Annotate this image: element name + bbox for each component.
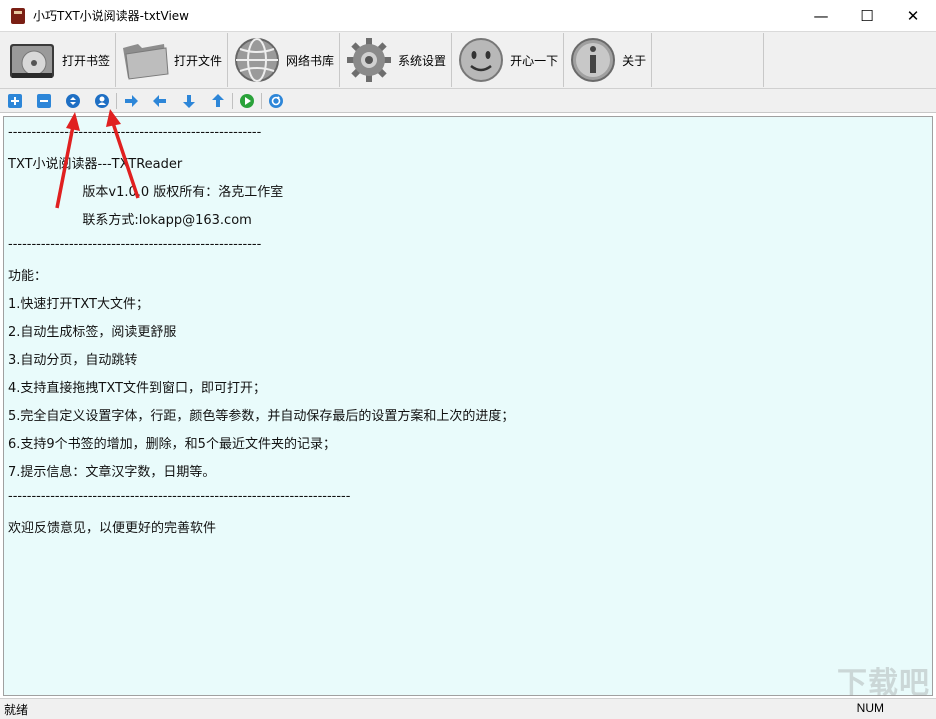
text-line: 3.自动分页，自动跳转	[8, 353, 138, 368]
down-icon[interactable]	[179, 91, 199, 111]
text-line: 7.提示信息：文章汉字数，日期等。	[8, 465, 216, 480]
text-line: ----------------------------------------…	[8, 237, 262, 252]
text-line: 5.完全自定义设置字体，行距，颜色等参数，并自动保存最后的设置方案和上次的进度；	[8, 409, 515, 424]
toolbar-label: 关于	[622, 53, 647, 68]
main-toolbar: 打开书签 打开文件 网络书库 系统设置 开心一下 关于	[0, 31, 936, 89]
app-book-icon	[11, 7, 25, 24]
close-button[interactable]: ✕	[890, 0, 936, 31]
toolbar-spacer	[652, 33, 765, 87]
text-content-area[interactable]: ----------------------------------------…	[3, 116, 933, 696]
text-line: 6.支持9个书签的增加，删除，和5个最近文件夹的记录；	[8, 437, 336, 452]
toolbar-label: 打开书签	[62, 53, 111, 68]
about-button[interactable]: 关于	[564, 33, 653, 87]
globe-icon	[232, 36, 282, 84]
text-line: 联系方式:lokapp@163.com	[8, 213, 252, 228]
status-bar: 就绪 NUM	[0, 698, 936, 719]
minimize-icon: —	[813, 6, 829, 25]
refresh-icon[interactable]	[266, 91, 286, 111]
toolbar-label: 系统设置	[398, 53, 447, 68]
folder-icon	[120, 36, 170, 84]
online-library-button[interactable]: 网络书库	[228, 33, 341, 87]
watermark-logo: 下载吧	[837, 666, 930, 701]
text-line: 4.支持直接拖拽TXT文件到窗口，即可打开；	[8, 381, 266, 396]
gear-icon	[344, 36, 394, 84]
maximize-button[interactable]: ☐	[844, 0, 890, 31]
minimize-button[interactable]: —	[798, 0, 844, 31]
bookmark-disc-icon	[8, 36, 58, 84]
zoom-in-icon[interactable]	[5, 91, 25, 111]
open-bookmark-button[interactable]: 打开书签	[4, 33, 117, 87]
system-settings-button[interactable]: 系统设置	[340, 33, 453, 87]
person-icon[interactable]	[92, 91, 112, 111]
text-line: 欢迎反馈意见，以便更好的完善软件	[8, 521, 217, 536]
icon-toolbar	[0, 89, 936, 113]
text-line: 功能：	[8, 269, 48, 284]
status-text: 就绪	[4, 702, 29, 717]
maximize-icon: ☐	[860, 6, 874, 25]
up-icon[interactable]	[208, 91, 228, 111]
toolbar-label: 开心一下	[510, 53, 559, 68]
toolbar-label: 打开文件	[174, 53, 223, 68]
text-line: 版本v1.0.0 版权所有：洛克工作室	[8, 185, 284, 200]
text-line: TXT小说阅读器---TXTReader	[8, 157, 183, 172]
separator	[116, 92, 117, 109]
smiley-icon	[456, 36, 506, 84]
back-icon[interactable]	[150, 91, 170, 111]
window-title: 小巧TXT小说阅读器-txtView	[33, 9, 189, 23]
toolbar-label: 网络书库	[286, 53, 335, 68]
separator	[261, 92, 262, 109]
separator	[232, 92, 233, 109]
info-icon	[568, 36, 618, 84]
close-icon: ✕	[906, 6, 920, 25]
text-line: 2.自动生成标签，阅读更舒服	[8, 325, 177, 340]
zoom-out-icon[interactable]	[34, 91, 54, 111]
text-line: 1.快速打开TXT大文件；	[8, 297, 149, 312]
title-bar: 小巧TXT小说阅读器-txtView — ☐ ✕	[0, 0, 936, 31]
num-lock-indicator: NUM	[856, 701, 884, 715]
text-line: ----------------------------------------…	[8, 125, 262, 140]
expand-icon[interactable]	[63, 91, 83, 111]
have-fun-button[interactable]: 开心一下	[452, 33, 565, 87]
next-icon[interactable]	[121, 91, 141, 111]
open-file-button[interactable]: 打开文件	[116, 33, 229, 87]
text-line: ----------------------------------------…	[8, 489, 351, 504]
play-icon[interactable]	[237, 91, 257, 111]
window-controls: — ☐ ✕	[798, 0, 936, 31]
